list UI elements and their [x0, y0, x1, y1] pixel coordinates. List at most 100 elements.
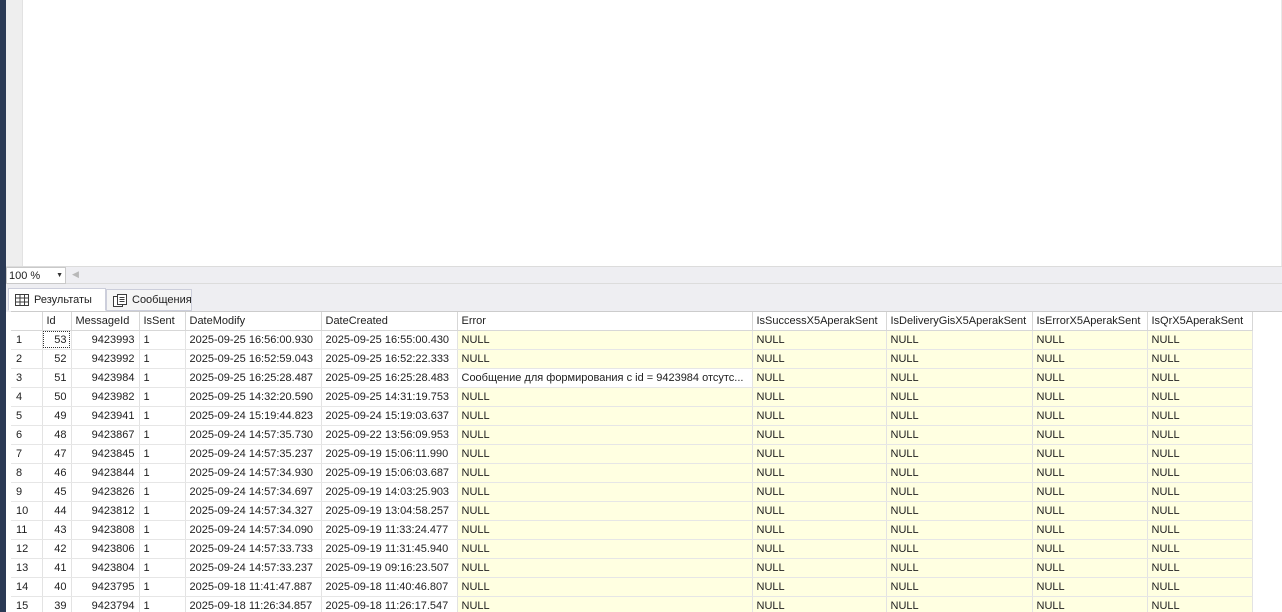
cell-error[interactable]: NULL: [457, 463, 753, 483]
cell-error[interactable]: NULL: [457, 349, 753, 369]
cell-error[interactable]: NULL: [457, 577, 753, 597]
cell-issent[interactable]: 1: [139, 349, 186, 369]
cell-datecreated[interactable]: 2025-09-25 16:55:00.430: [321, 330, 458, 350]
cell-iserror[interactable]: NULL: [1032, 482, 1148, 502]
cell-error[interactable]: NULL: [457, 387, 753, 407]
cell-rownum[interactable]: 14: [11, 577, 43, 597]
scroll-left-icon[interactable]: ◀: [72, 269, 79, 280]
cell-iserror[interactable]: NULL: [1032, 463, 1148, 483]
cell-messageid[interactable]: 9423984: [71, 368, 140, 388]
cell-iserror[interactable]: NULL: [1032, 330, 1148, 350]
cell-datecreated[interactable]: 2025-09-19 15:06:03.687: [321, 463, 458, 483]
cell-datecreated[interactable]: 2025-09-24 15:19:03.637: [321, 406, 458, 426]
cell-rownum[interactable]: 2: [11, 349, 43, 369]
column-header-error[interactable]: Error: [457, 312, 753, 331]
table-row[interactable]: 5 49 9423941 1 2025-09-24 15:19:44.823 2025-0…: [11, 406, 1253, 426]
table-row[interactable]: 12 42 9423806 1 2025-09-24 14:57:33.733 2025-…: [11, 539, 1253, 559]
cell-datemodify[interactable]: 2025-09-24 15:19:44.823: [185, 406, 322, 426]
cell-error[interactable]: NULL: [457, 558, 753, 578]
cell-issuccess[interactable]: NULL: [752, 425, 887, 445]
cell-isdelivery[interactable]: NULL: [886, 596, 1033, 612]
tab-messages[interactable]: Сообщения: [106, 289, 192, 311]
cell-rownum[interactable]: 6: [11, 425, 43, 445]
cell-datecreated[interactable]: 2025-09-25 14:31:19.753: [321, 387, 458, 407]
cell-id[interactable]: 41: [42, 558, 72, 578]
cell-isqr[interactable]: NULL: [1147, 539, 1253, 559]
cell-id[interactable]: 40: [42, 577, 72, 597]
cell-rownum[interactable]: 12: [11, 539, 43, 559]
cell-messageid[interactable]: 9423844: [71, 463, 140, 483]
cell-datecreated[interactable]: 2025-09-19 11:31:45.940: [321, 539, 458, 559]
column-header-messageid[interactable]: MessageId: [71, 312, 140, 331]
cell-issent[interactable]: 1: [139, 558, 186, 578]
table-row[interactable]: 8 46 9423844 1 2025-09-24 14:57:34.930 2025-0…: [11, 463, 1253, 483]
cell-iserror[interactable]: NULL: [1032, 539, 1148, 559]
results-grid[interactable]: Id MessageId IsSent DateModify DateCreat…: [11, 311, 1282, 612]
cell-issuccess[interactable]: NULL: [752, 539, 887, 559]
cell-iserror[interactable]: NULL: [1032, 596, 1148, 612]
cell-datemodify[interactable]: 2025-09-25 16:25:28.487: [185, 368, 322, 388]
cell-rownum[interactable]: 8: [11, 463, 43, 483]
cell-issent[interactable]: 1: [139, 577, 186, 597]
cell-datecreated[interactable]: 2025-09-25 16:25:28.483: [321, 368, 458, 388]
cell-datemodify[interactable]: 2025-09-18 11:41:47.887: [185, 577, 322, 597]
table-row[interactable]: 15 39 9423794 1 2025-09-18 11:26:34.857 2025-…: [11, 596, 1253, 612]
cell-isdelivery[interactable]: NULL: [886, 406, 1033, 426]
cell-iserror[interactable]: NULL: [1032, 349, 1148, 369]
column-header-id[interactable]: Id: [42, 312, 72, 331]
cell-id[interactable]: 49: [42, 406, 72, 426]
cell-isdelivery[interactable]: NULL: [886, 539, 1033, 559]
cell-isqr[interactable]: NULL: [1147, 349, 1253, 369]
cell-rownum[interactable]: 7: [11, 444, 43, 464]
cell-messageid[interactable]: 9423993: [71, 330, 140, 350]
table-row[interactable]: 11 43 9423808 1 2025-09-24 14:57:34.090 2025-…: [11, 520, 1253, 540]
cell-rownum[interactable]: 1: [11, 330, 43, 350]
table-row[interactable]: 1 53 9423993 1 2025-09-25 16:56:00.930 2025-0…: [11, 330, 1253, 350]
column-header-datemodify[interactable]: DateModify: [185, 312, 322, 331]
cell-isqr[interactable]: NULL: [1147, 463, 1253, 483]
cell-issent[interactable]: 1: [139, 539, 186, 559]
cell-issuccess[interactable]: NULL: [752, 577, 887, 597]
cell-isdelivery[interactable]: NULL: [886, 425, 1033, 445]
cell-issuccess[interactable]: NULL: [752, 596, 887, 612]
cell-error[interactable]: NULL: [457, 520, 753, 540]
cell-issent[interactable]: 1: [139, 330, 186, 350]
cell-id[interactable]: 46: [42, 463, 72, 483]
cell-rownum[interactable]: 4: [11, 387, 43, 407]
cell-issuccess[interactable]: NULL: [752, 444, 887, 464]
cell-messageid[interactable]: 9423794: [71, 596, 140, 612]
cell-datemodify[interactable]: 2025-09-25 14:32:20.590: [185, 387, 322, 407]
cell-isdelivery[interactable]: NULL: [886, 330, 1033, 350]
cell-datemodify[interactable]: 2025-09-24 14:57:34.090: [185, 520, 322, 540]
cell-issuccess[interactable]: NULL: [752, 387, 887, 407]
cell-id[interactable]: 47: [42, 444, 72, 464]
cell-isqr[interactable]: NULL: [1147, 368, 1253, 388]
cell-iserror[interactable]: NULL: [1032, 406, 1148, 426]
cell-issuccess[interactable]: NULL: [752, 349, 887, 369]
cell-isqr[interactable]: NULL: [1147, 444, 1253, 464]
cell-error[interactable]: NULL: [457, 444, 753, 464]
cell-issent[interactable]: 1: [139, 406, 186, 426]
cell-issuccess[interactable]: NULL: [752, 558, 887, 578]
cell-isqr[interactable]: NULL: [1147, 558, 1253, 578]
cell-issent[interactable]: 1: [139, 463, 186, 483]
cell-error[interactable]: NULL: [457, 539, 753, 559]
cell-isqr[interactable]: NULL: [1147, 501, 1253, 521]
cell-datemodify[interactable]: 2025-09-24 14:57:35.237: [185, 444, 322, 464]
cell-error[interactable]: NULL: [457, 501, 753, 521]
cell-messageid[interactable]: 9423806: [71, 539, 140, 559]
cell-isdelivery[interactable]: NULL: [886, 501, 1033, 521]
cell-isdelivery[interactable]: NULL: [886, 463, 1033, 483]
table-row[interactable]: 13 41 9423804 1 2025-09-24 14:57:33.237 2025-…: [11, 558, 1253, 578]
column-header-issent[interactable]: IsSent: [139, 312, 186, 331]
cell-datemodify[interactable]: 2025-09-24 14:57:34.930: [185, 463, 322, 483]
cell-issuccess[interactable]: NULL: [752, 501, 887, 521]
cell-issent[interactable]: 1: [139, 368, 186, 388]
cell-id[interactable]: 51: [42, 368, 72, 388]
cell-datemodify[interactable]: 2025-09-24 14:57:33.237: [185, 558, 322, 578]
cell-issuccess[interactable]: NULL: [752, 330, 887, 350]
cell-isdelivery[interactable]: NULL: [886, 482, 1033, 502]
cell-isqr[interactable]: NULL: [1147, 520, 1253, 540]
cell-datecreated[interactable]: 2025-09-25 16:52:22.333: [321, 349, 458, 369]
cell-messageid[interactable]: 9423826: [71, 482, 140, 502]
